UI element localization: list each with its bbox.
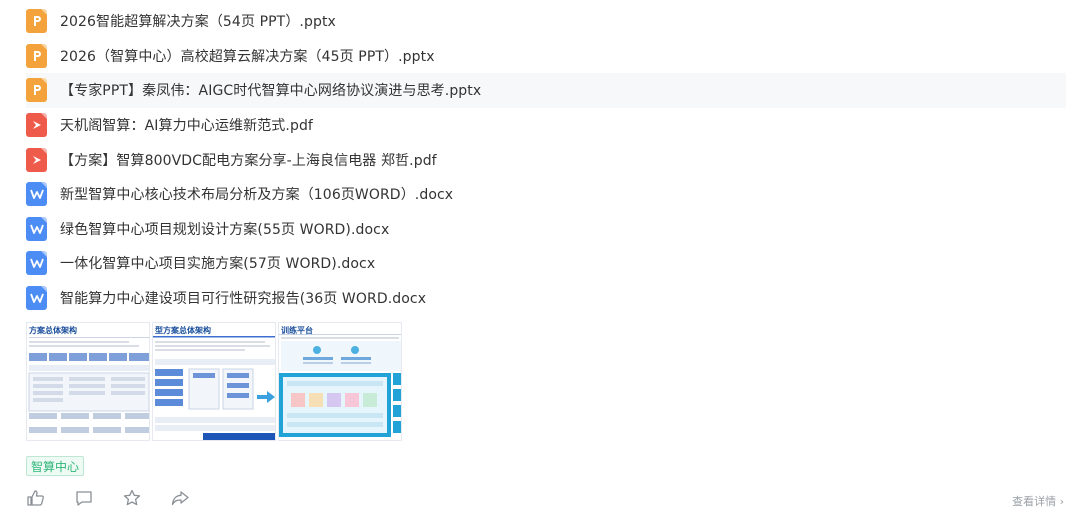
architecture-diagram-image	[28, 337, 149, 433]
share-icon[interactable]	[170, 488, 190, 508]
attachment-list: 2026智能超算解决方案（54页 PPT）.pptx 2026（智算中心）高校超…	[26, 4, 1066, 315]
ppt-icon	[26, 78, 47, 103]
comment-icon[interactable]	[74, 488, 94, 508]
file-item[interactable]: 【方案】智算800VDC配电方案分享-上海良信电器 郑哲.pdf	[26, 142, 1066, 177]
file-item[interactable]: 绿色智算中心项目规划设计方案(55页 WORD).docx	[26, 212, 1066, 247]
pdf-icon	[26, 113, 47, 138]
file-name[interactable]: 绿色智算中心项目规划设计方案(55页 WORD).docx	[60, 219, 389, 239]
file-item[interactable]: 2026智能超算解决方案（54页 PPT）.pptx	[26, 4, 1066, 39]
image-thumbnails: 方案总体架构 型方案总体架构 训练平台	[26, 322, 402, 441]
thumbnail-title: 方案总体架构	[29, 326, 77, 335]
platform-diagram-image	[279, 334, 401, 437]
file-item[interactable]: 一体化智算中心项目实施方案(57页 WORD).docx	[26, 246, 1066, 281]
file-name[interactable]: 一体化智算中心项目实施方案(57页 WORD).docx	[60, 253, 375, 273]
word-icon	[26, 286, 47, 311]
thumbnail-title: 训练平台	[281, 326, 313, 335]
file-item[interactable]: 【专家PPT】秦凤伟：AIGC时代智算中心网络协议演进与思考.pptx	[26, 73, 1066, 108]
ppt-icon	[26, 9, 47, 34]
word-icon	[26, 182, 47, 207]
thumbnail-title: 型方案总体架构	[155, 326, 211, 335]
file-name[interactable]: 新型智算中心核心技术布局分析及方案（106页WORD）.docx	[60, 184, 453, 204]
thumbnail-image[interactable]: 训练平台	[278, 322, 402, 441]
file-item[interactable]: 智能算力中心建设项目可行性研究报告(36页 WORD.docx	[26, 281, 1066, 316]
word-icon	[26, 216, 47, 241]
file-name[interactable]: 2026智能超算解决方案（54页 PPT）.pptx	[60, 11, 336, 31]
thumbnail-image[interactable]: 型方案总体架构	[152, 322, 276, 441]
file-item[interactable]: 天机阁智算：AI算力中心运维新范式.pdf	[26, 108, 1066, 143]
like-icon[interactable]	[26, 488, 46, 508]
topic-tag[interactable]: 智算中心	[26, 456, 85, 476]
ppt-icon	[26, 43, 47, 68]
file-item[interactable]: 新型智算中心核心技术布局分析及方案（106页WORD）.docx	[26, 177, 1066, 212]
view-details-link[interactable]: 查看详情 ›	[1012, 493, 1064, 509]
file-item[interactable]: 2026（智算中心）高校超算云解决方案（45页 PPT）.pptx	[26, 39, 1066, 74]
file-name[interactable]: 天机阁智算：AI算力中心运维新范式.pdf	[60, 115, 313, 135]
thumbnail-image[interactable]: 方案总体架构	[26, 322, 150, 441]
file-name[interactable]: 【方案】智算800VDC配电方案分享-上海良信电器 郑哲.pdf	[60, 150, 437, 170]
word-icon	[26, 251, 47, 276]
file-name[interactable]: 【专家PPT】秦凤伟：AIGC时代智算中心网络协议演进与思考.pptx	[60, 80, 481, 100]
action-bar	[26, 488, 190, 508]
star-icon[interactable]	[122, 488, 142, 508]
file-name[interactable]: 智能算力中心建设项目可行性研究报告(36页 WORD.docx	[60, 288, 426, 308]
file-name[interactable]: 2026（智算中心）高校超算云解决方案（45页 PPT）.pptx	[60, 46, 435, 66]
architecture-diagram-image	[153, 336, 275, 440]
pdf-icon	[26, 147, 47, 172]
